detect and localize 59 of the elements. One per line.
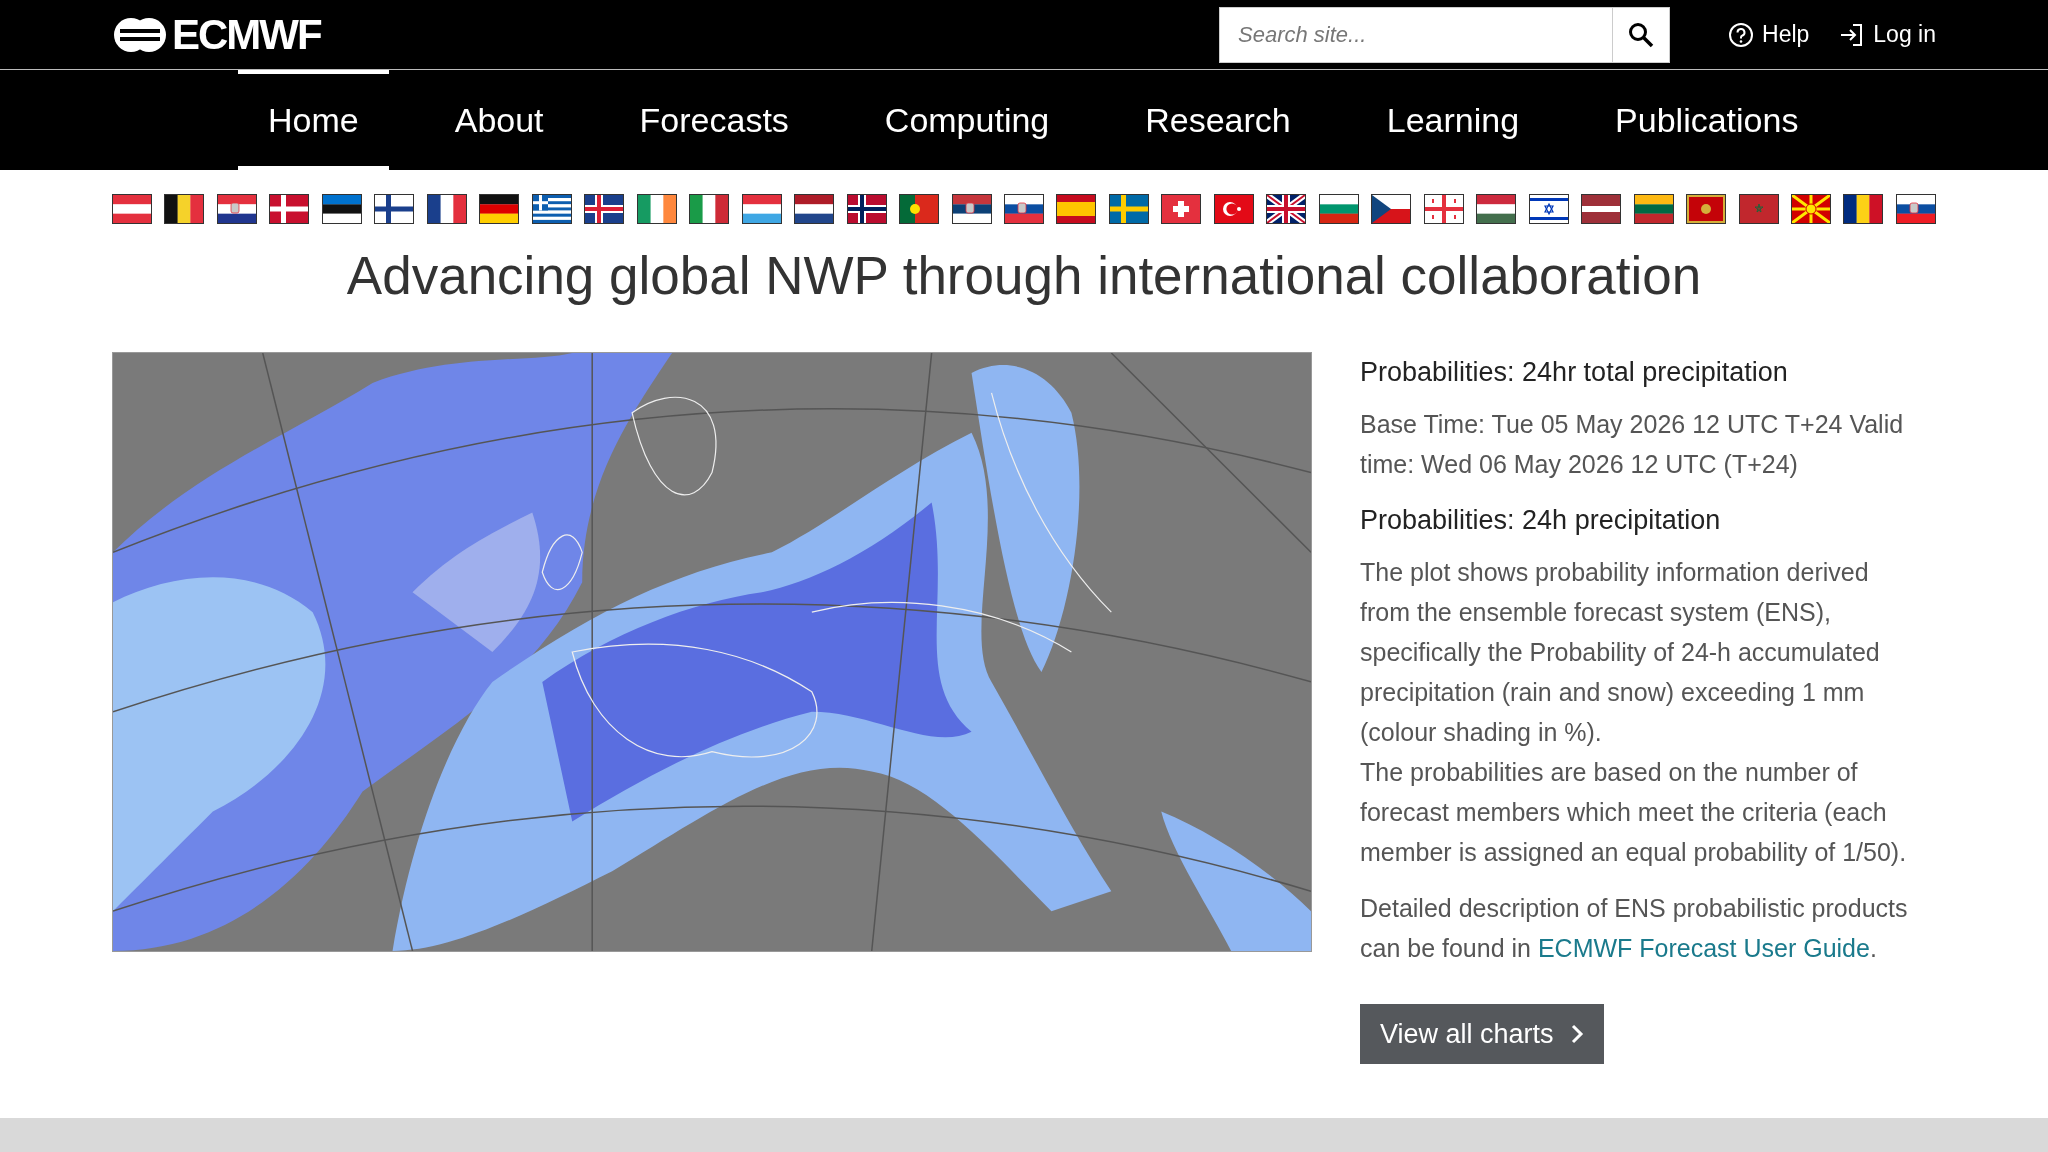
- description-paragraph: The probabilities are based on the number of forecast members which meet the criteria (each member is assigned an equal probability of 1/50).: [1360, 757, 1908, 868]
- user-guide-link[interactable]: ECMWF Forecast User Guide: [1537, 934, 1870, 962]
- flag-icon[interactable]: [1266, 194, 1307, 224]
- nav-tab[interactable]: Publications: [1585, 70, 1829, 170]
- flag-icon[interactable]: [1003, 194, 1044, 224]
- flag-icon[interactable]: [321, 194, 362, 224]
- flag-icon[interactable]: [1791, 194, 1831, 224]
- page-title: Advancing global NWP through international collaboration: [346, 245, 1702, 307]
- nav-tab[interactable]: Forecasts: [609, 70, 819, 170]
- flag-icon[interactable]: [636, 194, 677, 224]
- flag-icon[interactable]: [1843, 194, 1884, 224]
- flag-icon[interactable]: [531, 194, 572, 224]
- chart-heading: Probabilities: 24hr total precipitation: [1360, 356, 1789, 389]
- search-button[interactable]: [1612, 6, 1670, 63]
- flag-icon[interactable]: [1056, 194, 1097, 224]
- flag-icon[interactable]: [899, 194, 940, 224]
- help-icon: [1728, 21, 1754, 48]
- flag-icon[interactable]: [1476, 194, 1517, 224]
- flag-icon[interactable]: [269, 194, 310, 224]
- search-icon: [1628, 21, 1654, 48]
- chart-subheading: Probabilities: 24h precipitation: [1360, 504, 1722, 537]
- flag-icon[interactable]: [1686, 194, 1727, 224]
- flag-icon[interactable]: [216, 194, 257, 224]
- flag-icon[interactable]: [1738, 194, 1779, 224]
- flag-icon[interactable]: [1161, 194, 1202, 224]
- flag-icon[interactable]: [1423, 194, 1464, 224]
- flag-icon[interactable]: [479, 194, 520, 224]
- view-all-charts-button[interactable]: View all charts: [1360, 1004, 1604, 1064]
- flag-icon[interactable]: [951, 194, 992, 224]
- flag-icon[interactable]: [1371, 194, 1412, 224]
- flag-icon[interactable]: [374, 194, 415, 224]
- flag-icon[interactable]: [1318, 194, 1359, 224]
- nav-tab[interactable]: Research: [1115, 70, 1321, 170]
- login-link[interactable]: Log in: [1839, 21, 1936, 48]
- nav-tab[interactable]: Learning: [1356, 70, 1550, 170]
- help-link[interactable]: Help: [1728, 21, 1810, 48]
- base-time-text: Base Time: Tue 05 May 2026 12 UTC T+24 Valid time: Wed 06 May 2026 12 UTC (T+24): [1360, 409, 1905, 480]
- description-text: Detailed description of ENS probabilistic products can be found in ECMWF Forecast User Guide.: [1360, 893, 1909, 964]
- flag-icon[interactable]: [426, 194, 467, 224]
- chevron-right-icon: [1569, 1023, 1584, 1045]
- flag-icon[interactable]: [164, 194, 205, 224]
- flag-icon[interactable]: [1581, 194, 1622, 224]
- nav-tab[interactable]: About: [424, 70, 574, 170]
- flag-icon[interactable]: [584, 194, 625, 224]
- flag-icon[interactable]: [846, 194, 887, 224]
- nav-tab[interactable]: Home: [238, 70, 389, 170]
- flag-icon[interactable]: [794, 194, 835, 224]
- description-paragraph: The plot shows probability information derived from the ensemble forecast system (ENS), specifically the Probability of 24-h accumulated precipitation (rain and snow) exceeding 1 mm (colour shading in %).: [1360, 557, 1881, 748]
- search-field[interactable]: Search site...: [1219, 6, 1612, 63]
- flag-icon[interactable]: [1528, 194, 1569, 224]
- flag-icon[interactable]: [741, 194, 782, 224]
- flag-icon[interactable]: [1895, 194, 1936, 224]
- nav-tab[interactable]: Computing: [854, 70, 1080, 170]
- flag-icon[interactable]: [1633, 194, 1674, 224]
- flag-icon[interactable]: [1213, 194, 1254, 224]
- logo-text[interactable]: ECMWF: [172, 10, 321, 59]
- flag-icon[interactable]: [689, 194, 730, 224]
- flag-icon[interactable]: [1108, 194, 1149, 224]
- flag-icon[interactable]: [112, 194, 152, 224]
